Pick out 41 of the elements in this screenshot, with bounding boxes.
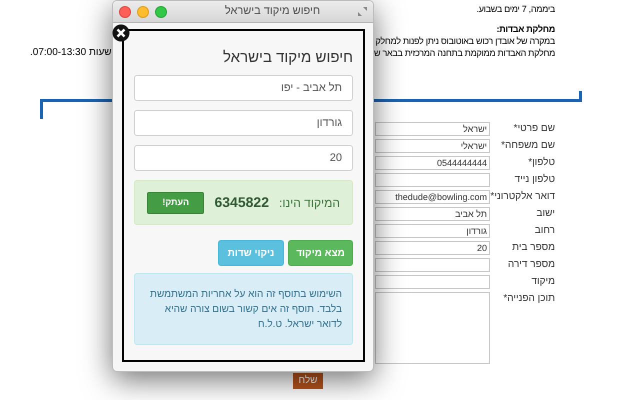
text-field[interactable]: thedude@bowling.com xyxy=(375,190,490,204)
close-window-button[interactable] xyxy=(119,6,131,18)
field-label: דואר אלקטרוני* xyxy=(490,190,555,204)
body-text: במקרה של אובדן רכוש באוטובוס ניתן לפנות למחלק xyxy=(376,35,555,47)
field-label: ישוב xyxy=(536,207,555,221)
section-heading: מחלקת אבדות: xyxy=(496,23,555,35)
text-field[interactable]: תל אביב xyxy=(375,207,490,221)
send-button[interactable]: שלח xyxy=(293,373,323,389)
body-text: שעות 07:00-13:30. xyxy=(30,46,112,59)
dialog-heading: חיפוש מיקוד בישראל xyxy=(222,49,353,67)
text-field[interactable]: גורדון xyxy=(134,110,353,136)
text-field[interactable] xyxy=(375,173,490,187)
text-field[interactable] xyxy=(375,258,490,272)
field-label: שם משפחה* xyxy=(500,139,555,153)
field-label: טלפון* xyxy=(527,156,555,170)
text-field[interactable]: 0544444444 xyxy=(375,156,490,170)
field-label: תוכן הפנייה* xyxy=(502,292,555,306)
result-label: המיקוד הינו: xyxy=(279,194,340,212)
text-field[interactable]: 20 xyxy=(134,145,353,171)
fullscreen-icon[interactable] xyxy=(358,7,367,16)
field-label: מספר דירה xyxy=(506,258,555,272)
zoom-window-button[interactable] xyxy=(155,6,167,18)
window-title: חיפוש מיקוד בישראל xyxy=(224,4,322,20)
message-field[interactable] xyxy=(375,292,490,364)
field-label: שם פרטי* xyxy=(512,122,555,136)
body-text: מחלקת האבדות ממוקמת בתחנה המרכזית בבאר ש xyxy=(374,47,555,59)
postal-code: 6345822 xyxy=(214,193,269,212)
field-label: טלפון נייד xyxy=(514,173,555,187)
close-icon[interactable] xyxy=(112,24,130,42)
text-field[interactable]: ישראל xyxy=(375,122,490,136)
disclaimer-notice: השימוש בתוסף זה הוא על אחריות המשתמשת בלבד. תוסף זה אים קשור בשום צורה שהיא לדואר ישראל. ט.ל.ח xyxy=(134,273,353,345)
text-field[interactable]: 20 xyxy=(375,241,490,255)
minimize-window-button[interactable] xyxy=(137,6,149,18)
text-field[interactable] xyxy=(375,275,490,289)
field-label: רחוב xyxy=(534,224,555,238)
body-text: ביממה, 7 ימים בשבוע. xyxy=(476,3,555,15)
text-field[interactable]: תל אביב - יפו xyxy=(134,75,353,101)
text-field[interactable]: ישראלי xyxy=(375,139,490,153)
field-label: מיקוד xyxy=(530,275,555,289)
field-label: מספר בית xyxy=(511,241,555,255)
text-field[interactable]: גורדון xyxy=(375,224,490,238)
